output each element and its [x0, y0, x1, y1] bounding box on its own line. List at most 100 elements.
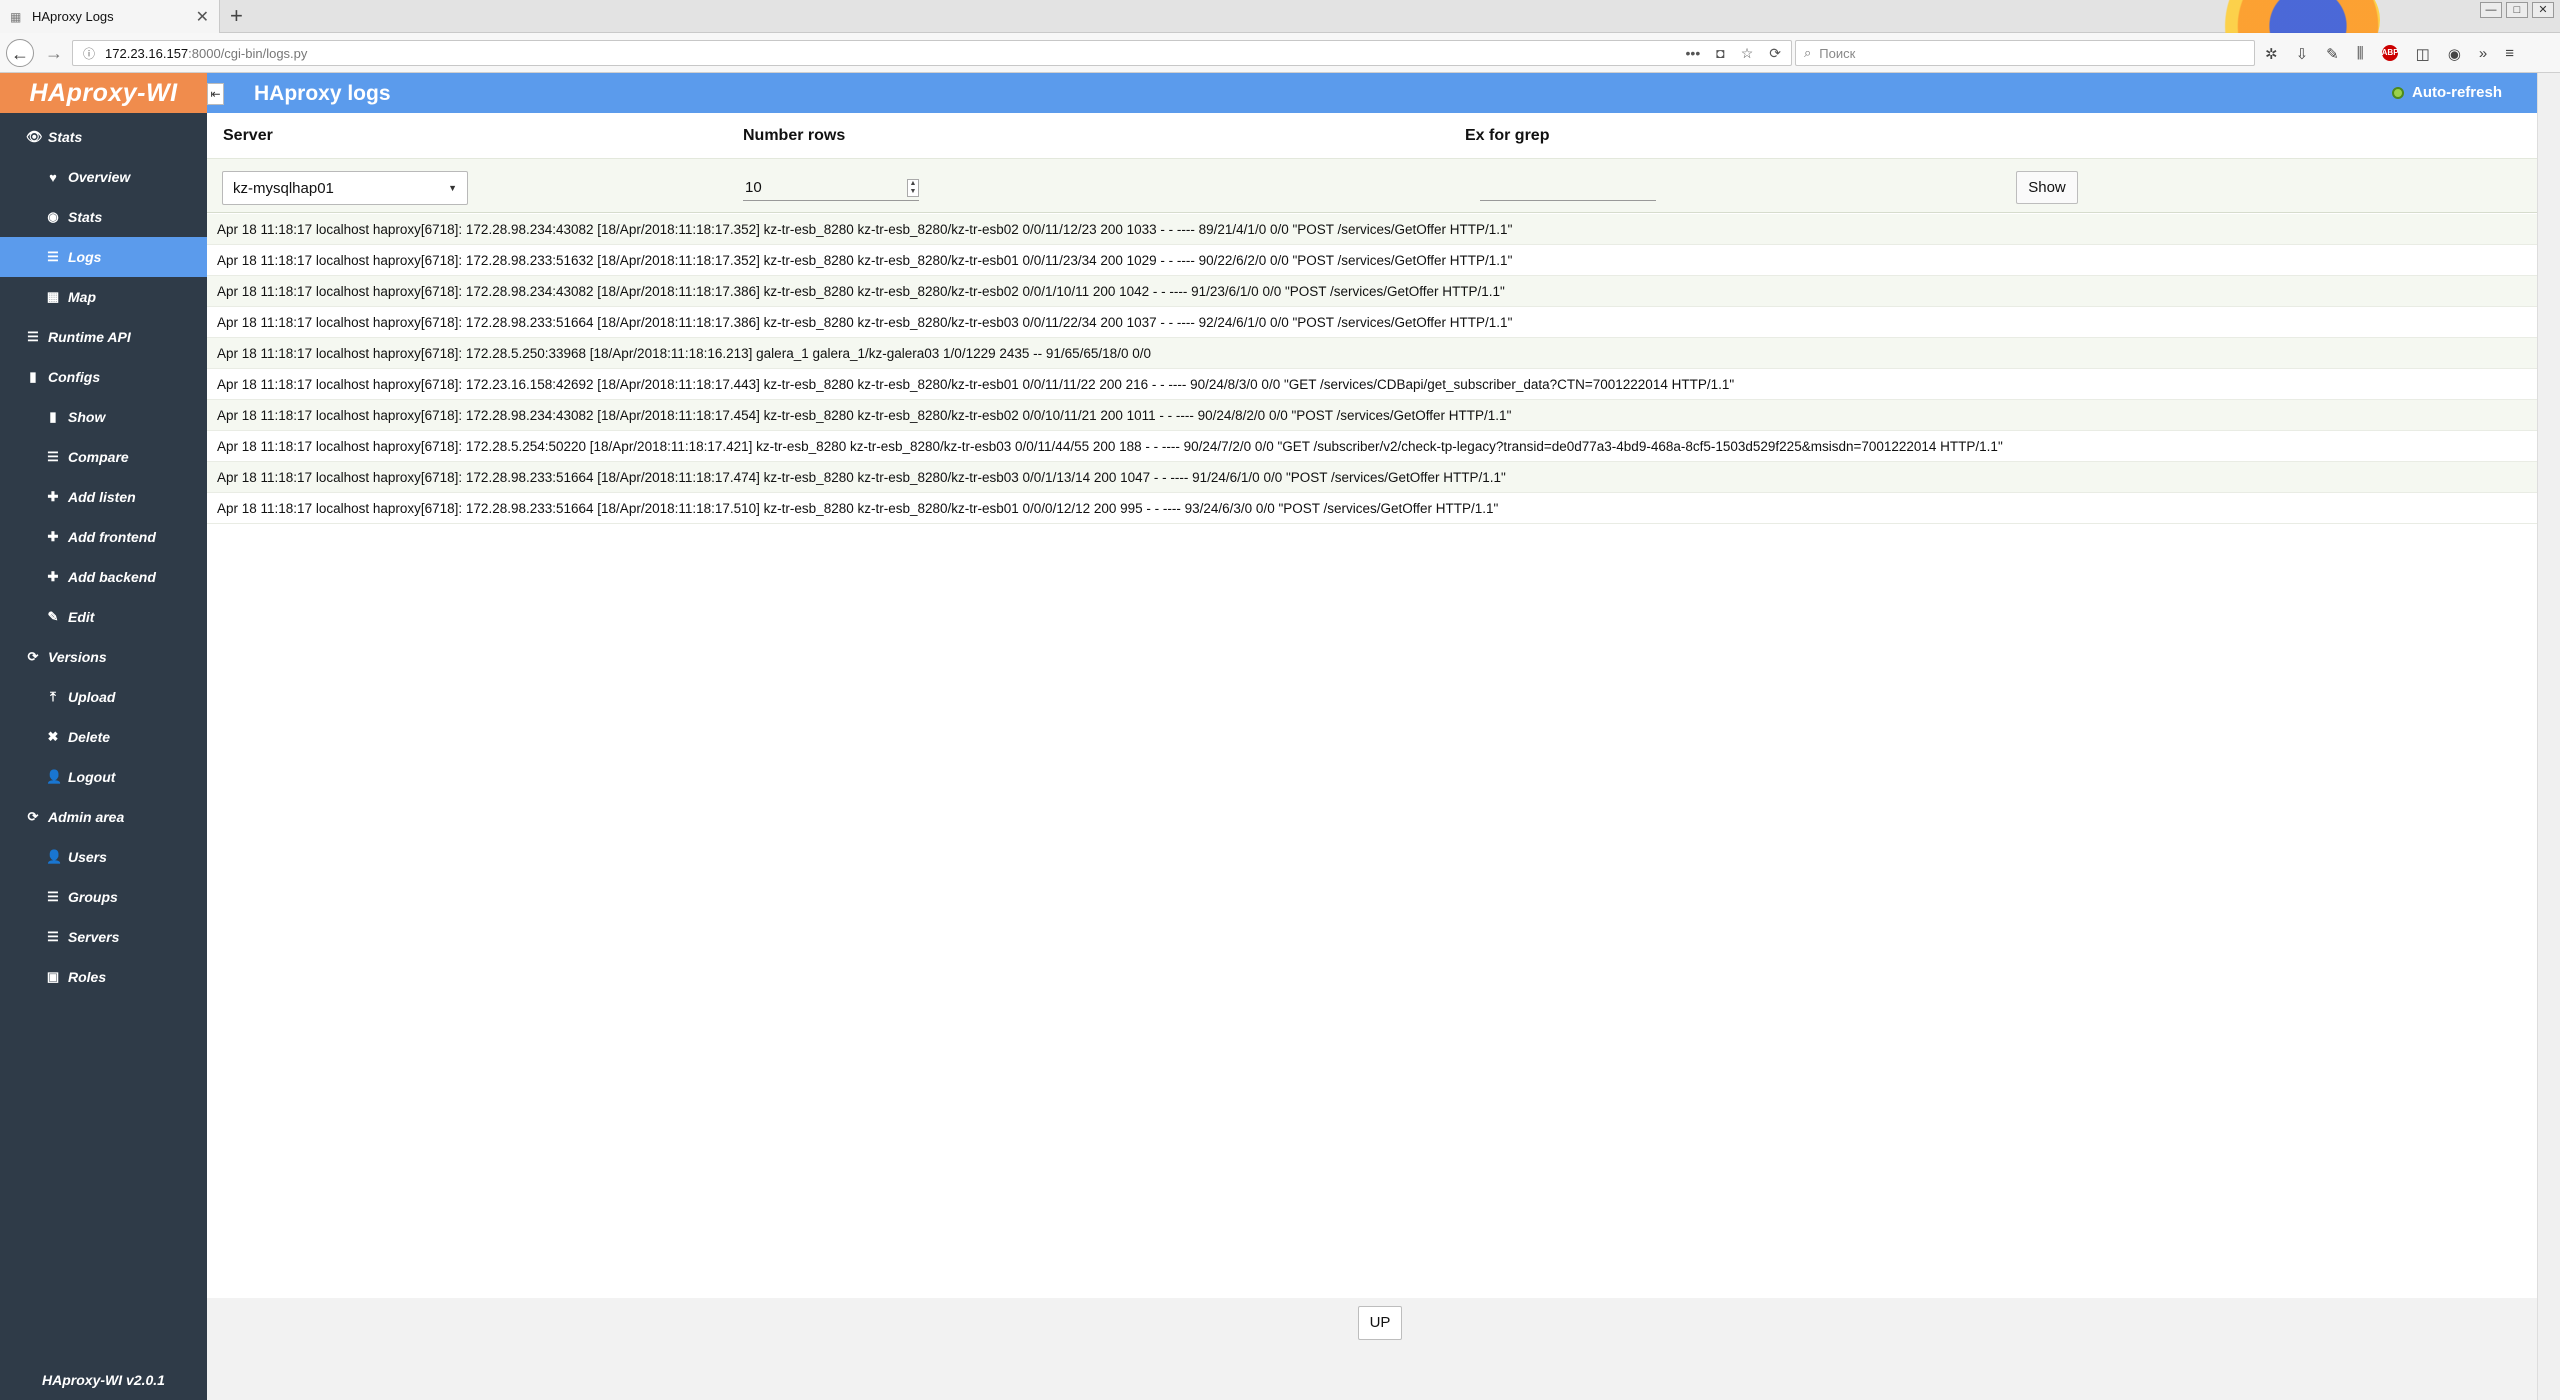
- log-row: Apr 18 11:18:17 localhost haproxy[6718]:…: [207, 431, 2537, 462]
- sidebar-item-label: Compare: [68, 449, 129, 465]
- sidebar-item-stats[interactable]: ◉ Stats: [0, 197, 207, 237]
- sidebar-item-label: Overview: [68, 169, 131, 185]
- sidebar-item-stats[interactable]: 👁 Stats: [0, 117, 207, 157]
- plus-icon: ✚: [47, 489, 59, 504]
- sidebar-item-label: Configs: [48, 369, 101, 385]
- overflow-chevron-icon[interactable]: »: [2479, 45, 2487, 63]
- main-content: Server Number rows Ex for grep kz-mysqlh…: [207, 113, 2537, 1298]
- id-card-icon: ▣: [46, 969, 60, 984]
- pocket-icon[interactable]: ◘: [1716, 45, 1724, 62]
- sidebar-item-add-listen[interactable]: ✚ Add listen: [0, 477, 207, 517]
- eye-icon: ◉: [47, 209, 59, 224]
- browser-search-input[interactable]: ⌕ Поиск: [1795, 40, 2255, 66]
- search-placeholder: Поиск: [1819, 45, 1856, 61]
- app-logo[interactable]: HAproxy-WI: [0, 73, 207, 113]
- sidebar-item-admin-area[interactable]: ⟳ Admin area: [0, 797, 207, 837]
- auto-refresh-status-icon: [2391, 86, 2404, 99]
- up-button[interactable]: UP: [1358, 1306, 1402, 1340]
- server-select-value: kz-mysqlhap01: [233, 179, 334, 197]
- sidebar-item-logs[interactable]: ☰ Logs: [0, 237, 207, 277]
- sidebar-item-compare[interactable]: ☰ Compare: [0, 437, 207, 477]
- page-scrollbar[interactable]: [2537, 73, 2560, 1400]
- grep-input[interactable]: [1480, 175, 1656, 201]
- site-info-icon[interactable]: ⓘ: [83, 45, 95, 62]
- auto-refresh-toggle[interactable]: Auto-refresh: [2391, 84, 2502, 101]
- library-icon[interactable]: ⫼: [2357, 45, 2364, 63]
- page-header: HAproxy logs Auto-refresh: [207, 73, 2537, 113]
- sidebar-item-label: Stats: [68, 209, 103, 225]
- sidebar-item-label: Roles: [68, 969, 107, 985]
- rows-input-value: 10: [745, 179, 762, 196]
- list-icon: ☰: [47, 929, 59, 944]
- show-button[interactable]: Show: [2016, 171, 2078, 204]
- reload-icon[interactable]: ⟳: [1769, 45, 1781, 62]
- sidebar-item-show[interactable]: ▮ Show: [0, 397, 207, 437]
- sidebar-item-servers[interactable]: ☰ Servers: [0, 917, 207, 957]
- browser-tab[interactable]: ▦ HAproxy Logs ✕: [0, 0, 220, 33]
- forward-button[interactable]: →: [40, 39, 68, 67]
- sidebar-item-label: Edit: [68, 609, 95, 625]
- sidebar-item-groups[interactable]: ☰ Groups: [0, 877, 207, 917]
- sidebar-item-versions[interactable]: ⟳ Versions: [0, 637, 207, 677]
- sidebar-item-delete[interactable]: ✖ Delete: [0, 717, 207, 757]
- file-icon: ▮: [29, 369, 37, 384]
- sidebar-item-logout[interactable]: 👤 Logout: [0, 757, 207, 797]
- log-row: Apr 18 11:18:17 localhost haproxy[6718]:…: [207, 307, 2537, 338]
- rows-label: Number rows: [743, 127, 846, 144]
- sidebar-item-roles[interactable]: ▣ Roles: [0, 957, 207, 997]
- page-actions: ••• ◘ ☆ ⟳: [1686, 45, 1781, 62]
- sidebar-item-edit[interactable]: ✎ Edit: [0, 597, 207, 637]
- log-row: Apr 18 11:18:17 localhost haproxy[6718]:…: [207, 462, 2537, 493]
- log-row: Apr 18 11:18:17 localhost haproxy[6718]:…: [207, 400, 2537, 431]
- server-select[interactable]: kz-mysqlhap01 ▼: [222, 171, 468, 205]
- sidebar-item-label: Logs: [68, 249, 102, 265]
- chevron-down-icon: ▼: [448, 183, 457, 193]
- url-host: 172.23.16.157: [105, 45, 189, 61]
- sidebar-item-add-backend[interactable]: ✚ Add backend: [0, 557, 207, 597]
- plus-icon: ✚: [47, 529, 59, 544]
- extension-gear-icon[interactable]: ✲: [2265, 45, 2278, 63]
- sidebar-item-users[interactable]: 👤 Users: [0, 837, 207, 877]
- url-path: :8000/cgi-bin/logs.py: [188, 45, 308, 61]
- sidebar-item-label: Groups: [68, 889, 118, 905]
- minimize-button[interactable]: —: [2480, 2, 2502, 18]
- sidebar-item-configs[interactable]: ▮ Configs: [0, 357, 207, 397]
- adblock-icon[interactable]: ABP: [2381, 45, 2399, 61]
- sidebar-item-label: Versions: [48, 649, 107, 665]
- server-label: Server: [223, 127, 273, 144]
- hamburger-menu-icon[interactable]: ≡: [2505, 45, 2514, 63]
- maximize-button[interactable]: □: [2506, 2, 2528, 18]
- sidebar-item-label: Users: [68, 849, 107, 865]
- plus-icon: ✚: [47, 569, 59, 584]
- close-icon: ✖: [47, 729, 59, 744]
- app-version: HAproxy-WI v2.0.1: [42, 1372, 165, 1388]
- bookmark-star-icon[interactable]: ☆: [1741, 45, 1754, 62]
- extension-icon[interactable]: ◉: [2448, 45, 2461, 63]
- window-close-button[interactable]: ✕: [2532, 2, 2554, 18]
- sidebar-item-add-frontend[interactable]: ✚ Add frontend: [0, 517, 207, 557]
- sidebar-toggle-icon[interactable]: ◫: [2416, 45, 2430, 63]
- list-icon: ☰: [47, 249, 59, 264]
- log-row: Apr 18 11:18:17 localhost haproxy[6718]:…: [207, 276, 2537, 307]
- sidebar-item-runtime-api[interactable]: ☰ Runtime API: [0, 317, 207, 357]
- sidebar-item-label: Add frontend: [68, 529, 156, 545]
- tab-close-icon[interactable]: ✕: [196, 7, 209, 27]
- rows-stepper-icon[interactable]: ▲ ▼: [907, 178, 919, 197]
- sidebar-item-upload[interactable]: ⤒ Upload: [0, 677, 207, 717]
- new-tab-button[interactable]: +: [230, 4, 243, 28]
- sidebar-item-label: Upload: [68, 689, 116, 705]
- list-icon: ☰: [47, 889, 59, 904]
- rows-input[interactable]: 10 ▲ ▼: [743, 175, 919, 201]
- developer-tools-icon[interactable]: ✎: [2326, 45, 2339, 63]
- sidebar-collapse-button[interactable]: ⇤: [207, 83, 224, 105]
- footer: UP: [207, 1298, 2537, 1400]
- sidebar: HAproxy-WI 👁 Stats ♥ Overview ◉ Stats ☰ Logs ▦ Ma…: [0, 73, 207, 1400]
- back-button[interactable]: ←: [6, 39, 34, 67]
- extension-download-icon[interactable]: ⇩: [2296, 45, 2309, 63]
- heart-icon: ♥: [49, 169, 57, 185]
- url-bar[interactable]: ⓘ 172.23.16.157 :8000/cgi-bin/logs.py ••…: [72, 40, 1792, 66]
- add-user-icon: 👤: [46, 849, 63, 864]
- sidebar-item-map[interactable]: ▦ Map: [0, 277, 207, 317]
- page-actions-menu-icon[interactable]: •••: [1686, 45, 1701, 62]
- sidebar-item-overview[interactable]: ♥ Overview: [0, 157, 207, 197]
